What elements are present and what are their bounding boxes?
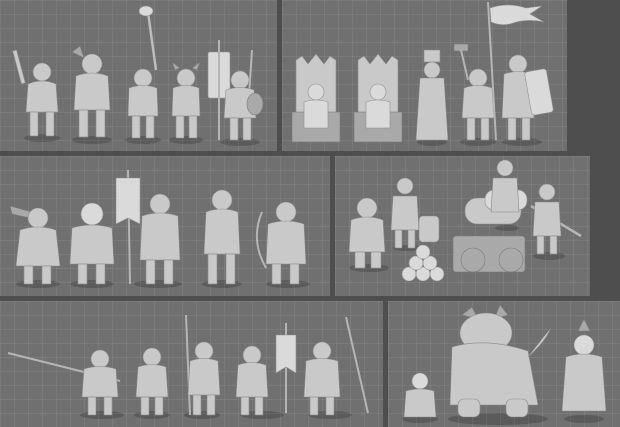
banner-warrior-figure — [235, 323, 297, 419]
musketeer-figure — [530, 183, 582, 260]
warrior-women-render — [7, 314, 369, 419]
panel-troll — [388, 301, 620, 427]
viking-banner-figure — [207, 40, 264, 146]
gunner-kneeling-figure — [348, 197, 389, 272]
dwarf-axe-warrior-figure — [134, 347, 170, 419]
traveler-figure — [202, 189, 242, 288]
viking-staff-figure — [125, 5, 161, 144]
panel-valkyries — [0, 301, 383, 427]
troll-beast-figure — [448, 304, 551, 425]
troll-scene-render — [402, 304, 607, 425]
horn-blower-figure — [9, 205, 61, 288]
panel-royals — [282, 0, 567, 151]
throne-right — [353, 53, 403, 143]
cannon-crew-render — [348, 159, 582, 282]
flag-bearer-figure — [487, 1, 554, 146]
spear-warrior-figure — [7, 349, 124, 419]
gunner-standing-figure — [390, 177, 421, 251]
viking-figures-render — [12, 5, 264, 146]
viking-horned-figure — [169, 61, 203, 144]
panel-villagers — [0, 156, 330, 296]
panel-artillery — [335, 156, 590, 296]
bard-figure — [69, 202, 115, 288]
villager-figures-render — [9, 169, 310, 288]
powder-barrel — [418, 215, 440, 243]
viking-axe-figure — [71, 45, 112, 144]
viking-sword-figure — [12, 49, 60, 142]
banner-villager-figure — [115, 169, 182, 288]
throne-left — [291, 53, 341, 143]
archer-figure — [255, 201, 310, 288]
polearm-warrior-figure — [184, 314, 221, 419]
royal-figures-render — [291, 1, 554, 146]
gnome-wizard-figure — [561, 318, 607, 423]
noble-figure — [415, 49, 449, 146]
dwarf-hammer-figure — [453, 43, 496, 146]
panel-vikings — [0, 0, 277, 151]
gnome-sitting-figure — [402, 372, 438, 423]
trident-warrior-figure — [303, 316, 369, 419]
